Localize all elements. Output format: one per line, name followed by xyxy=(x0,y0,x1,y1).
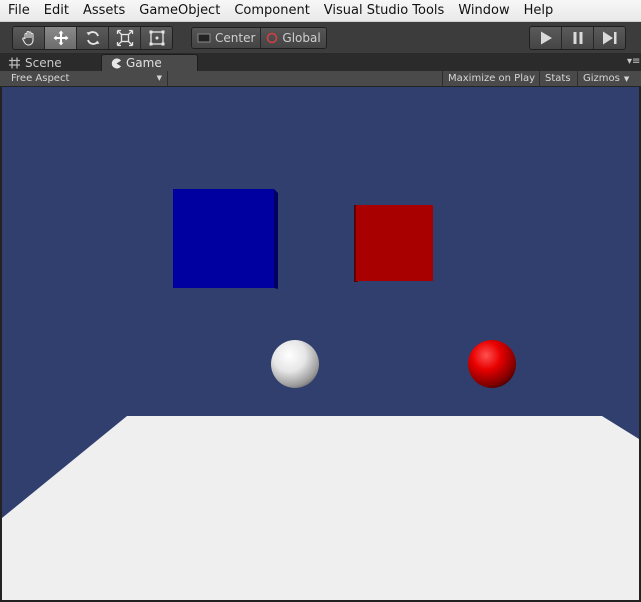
pivot-controls: Center Global xyxy=(191,27,327,49)
rect-tool-button[interactable] xyxy=(141,27,172,49)
scale-icon xyxy=(116,29,133,47)
tab-menu-icon[interactable]: ▾≡ xyxy=(627,57,640,67)
step-icon xyxy=(602,31,616,45)
tab-game[interactable]: Game xyxy=(101,54,198,71)
menu-visual-studio-tools[interactable]: Visual Studio Tools xyxy=(317,0,452,21)
center-pivot-icon xyxy=(197,33,211,43)
game-view-toolbar: Free Aspect ▼ Maximize on Play Stats Giz… xyxy=(0,71,641,87)
move-tool-button[interactable] xyxy=(45,27,77,49)
maximize-on-play-label: Maximize on Play xyxy=(448,73,536,84)
gizmos-dropdown[interactable]: Gizmos ▼ xyxy=(577,71,641,86)
tab-scene[interactable]: Scene xyxy=(8,54,98,71)
playback-controls xyxy=(529,26,626,50)
stats-toggle[interactable]: Stats xyxy=(539,71,577,86)
pause-button[interactable] xyxy=(562,27,594,49)
menu-bar: File Edit Assets GameObject Component Vi… xyxy=(0,0,641,22)
menu-assets[interactable]: Assets xyxy=(76,0,132,21)
pivot-center-label: Center xyxy=(215,31,256,45)
global-space-icon xyxy=(267,32,278,44)
game-viewport[interactable] xyxy=(2,87,639,600)
red-sphere xyxy=(468,340,516,388)
menu-help[interactable]: Help xyxy=(517,0,561,21)
dropdown-arrow-icon: ▼ xyxy=(156,74,162,82)
blue-cube-side xyxy=(274,189,278,289)
rotate-tool-button[interactable] xyxy=(77,27,109,49)
play-icon xyxy=(540,31,552,45)
unity-editor-window: File Edit Assets GameObject Component Vi… xyxy=(0,0,641,602)
move-arrows-icon xyxy=(53,30,68,46)
menu-window[interactable]: Window xyxy=(451,0,516,21)
scale-tool-button[interactable] xyxy=(109,27,141,49)
maximize-on-play-toggle[interactable]: Maximize on Play xyxy=(442,71,539,86)
transform-tools xyxy=(12,26,173,50)
rect-icon xyxy=(149,30,164,46)
pivot-global-button[interactable]: Global xyxy=(261,28,326,48)
hand-icon xyxy=(21,30,34,46)
gizmos-arrow-icon: ▼ xyxy=(623,75,630,83)
tab-game-label: Game xyxy=(126,56,162,70)
pivot-center-button[interactable]: Center xyxy=(192,28,262,48)
pivot-global-label: Global xyxy=(282,31,321,45)
hand-tool-button[interactable] xyxy=(13,27,45,49)
play-button[interactable] xyxy=(530,27,562,49)
game-pacman-icon xyxy=(111,58,121,68)
gizmos-label: Gizmos xyxy=(583,73,620,84)
menu-component[interactable]: Component xyxy=(227,0,316,21)
blue-cube xyxy=(173,189,274,288)
floor-plane xyxy=(2,416,639,600)
menu-file[interactable]: File xyxy=(0,0,37,21)
stats-label: Stats xyxy=(545,73,571,84)
aspect-label: Free Aspect xyxy=(11,73,70,84)
view-tab-bar: Scene Game ▾≡ xyxy=(0,54,641,71)
main-toolbar: Center Global xyxy=(0,22,641,54)
menu-edit[interactable]: Edit xyxy=(37,0,76,21)
white-sphere xyxy=(271,340,319,388)
tab-scene-label: Scene xyxy=(25,55,62,70)
menu-gameobject[interactable]: GameObject xyxy=(132,0,227,21)
pause-icon xyxy=(573,32,582,44)
red-cube xyxy=(356,205,433,281)
step-button[interactable] xyxy=(594,27,625,49)
rotate-icon xyxy=(86,31,99,45)
scene-grid-icon xyxy=(9,57,20,68)
game-render xyxy=(2,87,639,600)
aspect-dropdown[interactable]: Free Aspect ▼ xyxy=(5,71,168,86)
